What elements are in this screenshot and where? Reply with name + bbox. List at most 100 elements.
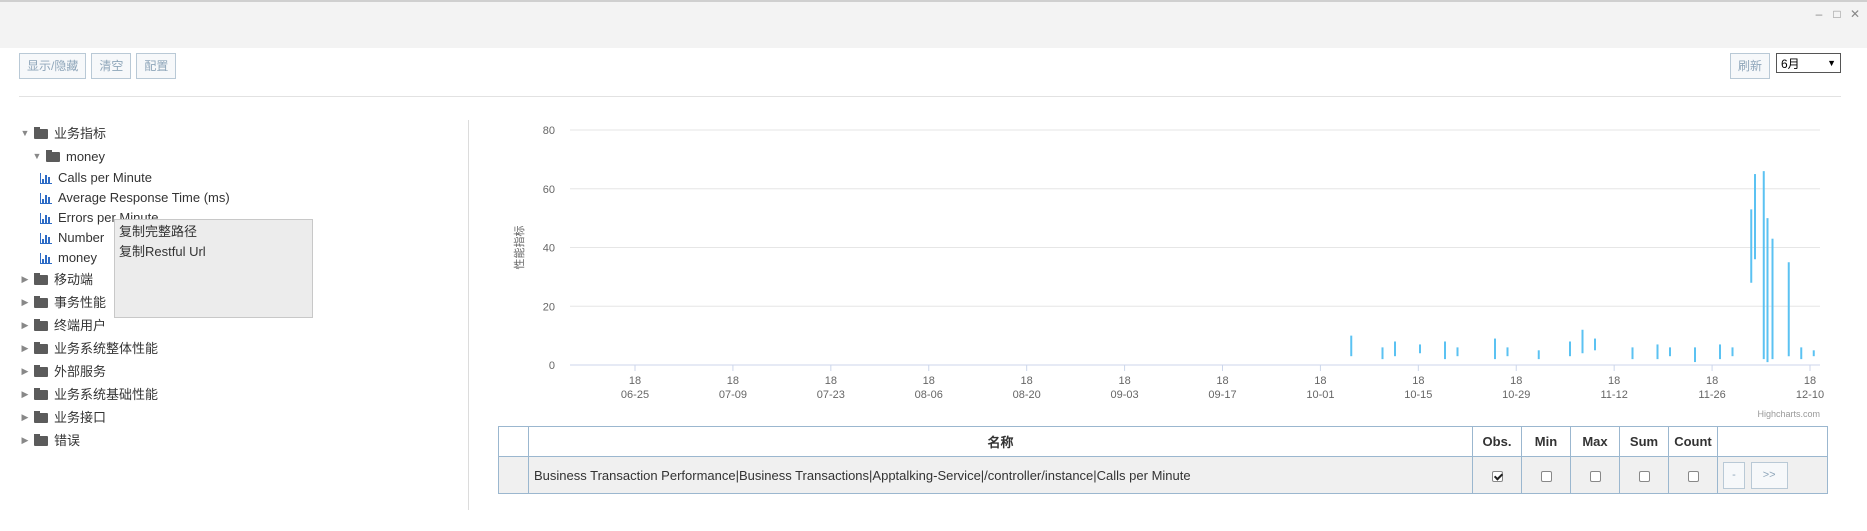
tree-leaf-label: Calls per Minute — [58, 170, 152, 185]
tree-node-group[interactable]: ▶ 外部服务 — [20, 360, 460, 383]
tree-node-label: 业务系统基础性能 — [54, 387, 159, 402]
tree-node-group[interactable]: ▶ 业务系统整体性能 — [20, 337, 460, 360]
close-icon[interactable]: ✕ — [1849, 7, 1861, 21]
x-tick-label-year: 18 — [1510, 375, 1522, 387]
collapsed-triangle-icon[interactable]: ▶ — [20, 337, 30, 360]
x-tick-label-date: 10-29 — [1502, 389, 1530, 401]
collapsed-triangle-icon[interactable]: ▶ — [20, 406, 30, 429]
prev-button[interactable]: - — [1723, 461, 1745, 489]
context-menu-copy-path[interactable]: 复制完整路径 — [119, 222, 308, 242]
count-checkbox[interactable] — [1687, 470, 1699, 482]
minimize-icon[interactable]: – — [1813, 7, 1825, 21]
clear-button[interactable]: 清空 — [91, 53, 132, 79]
y-tick-label: 20 — [543, 301, 555, 313]
y-tick-label: 80 — [543, 125, 555, 137]
table-header-row: 名称 Obs. Min Max Sum Count — [498, 426, 1828, 457]
table-header-count: Count — [1668, 426, 1718, 457]
x-tick-label-date: 12-10 — [1796, 389, 1824, 401]
refresh-button[interactable]: 刷新 — [1729, 53, 1770, 79]
collapsed-triangle-icon[interactable]: ▶ — [20, 291, 30, 314]
table-cell-min — [1521, 456, 1571, 494]
tree-node-money[interactable]: ▼ money — [20, 145, 460, 168]
context-menu-copy-restful-url[interactable]: 复制Restful Url — [119, 242, 308, 262]
table-header-actions — [1717, 426, 1828, 457]
panel-divider — [468, 120, 469, 510]
bar-chart-icon — [40, 252, 52, 264]
table-header-min: Min — [1521, 426, 1571, 457]
folder-icon — [34, 410, 48, 423]
chart-credits: Highcharts.com — [1757, 409, 1820, 419]
x-tick-label-year: 18 — [1216, 375, 1228, 387]
x-tick-label-date: 10-15 — [1404, 389, 1432, 401]
collapsed-triangle-icon[interactable]: ▶ — [20, 360, 30, 383]
collapsed-triangle-icon[interactable]: ▶ — [20, 314, 30, 337]
tree-leaf-label: money — [58, 250, 98, 265]
tree-node-label: 移动端 — [54, 272, 94, 287]
y-tick-label: 40 — [543, 243, 555, 255]
x-tick-label-date: 11-12 — [1601, 389, 1628, 401]
tree-node-group[interactable]: ▶ 业务接口 — [20, 406, 460, 429]
max-checkbox[interactable] — [1589, 470, 1601, 482]
config-button[interactable]: 配置 — [136, 53, 177, 79]
next-button[interactable]: >> — [1750, 461, 1788, 489]
x-tick-label-year: 18 — [1804, 375, 1816, 387]
tree-node-label: 事务性能 — [54, 295, 107, 310]
tree-node-label: 终端用户 — [54, 318, 107, 333]
x-tick-label-date: 08-06 — [915, 389, 943, 401]
y-axis-label: 性能指标 — [512, 226, 526, 270]
collapsed-triangle-icon[interactable]: ▶ — [20, 429, 30, 452]
tree-node-label: 错误 — [54, 433, 81, 448]
table-cell-name: Business Transaction Performance|Busines… — [528, 456, 1473, 494]
folder-icon — [34, 341, 48, 354]
table-cell-max — [1570, 456, 1620, 494]
table-header-blank — [498, 426, 529, 457]
tree-node-group[interactable]: ▶ 业务系统基础性能 — [20, 383, 460, 406]
x-tick-label-date: 10-01 — [1306, 389, 1334, 401]
divider — [19, 96, 1841, 97]
x-tick-label-date: 07-23 — [817, 389, 845, 401]
show-hide-button[interactable]: 显示/隐藏 — [19, 53, 87, 79]
maximize-icon[interactable]: □ — [1831, 7, 1843, 21]
table-header-name: 名称 — [528, 426, 1473, 457]
x-tick-label-year: 18 — [1706, 375, 1718, 387]
x-tick-label-year: 18 — [727, 375, 739, 387]
folder-icon — [46, 149, 60, 162]
right-toolbar: 刷新 6月 ▼ — [1729, 53, 1841, 79]
tree-node-label: 业务指标 — [54, 126, 107, 141]
expanded-triangle-icon[interactable]: ▼ — [20, 122, 30, 145]
x-tick-label-year: 18 — [1608, 375, 1620, 387]
x-tick-label-date: 11-26 — [1698, 389, 1725, 401]
bar-chart-icon — [40, 232, 52, 244]
tree-node-label: 业务接口 — [54, 410, 107, 425]
tree-node-group[interactable]: ▶ 错误 — [20, 429, 460, 452]
tree-leaf-metric[interactable]: Calls per Minute — [20, 168, 460, 188]
tree-leaf-metric[interactable]: Average Response Time (ms) — [20, 188, 460, 208]
table-cell-obs — [1472, 456, 1522, 494]
folder-icon — [34, 387, 48, 400]
folder-icon — [34, 364, 48, 377]
tree-node-root[interactable]: ▼ 业务指标 — [20, 122, 460, 145]
x-tick-label-year: 18 — [1314, 375, 1326, 387]
chevron-down-icon: ▼ — [1827, 58, 1836, 68]
tree-leaf-label: Number — [58, 230, 105, 245]
collapsed-triangle-icon[interactable]: ▶ — [20, 383, 30, 406]
min-checkbox[interactable] — [1540, 470, 1552, 482]
x-tick-label-year: 18 — [1118, 375, 1130, 387]
toolbar: 显示/隐藏 清空 配置 — [19, 53, 177, 79]
metrics-table: 名称 Obs. Min Max Sum Count Business Trans… — [498, 426, 1828, 494]
y-tick-label: 0 — [549, 360, 555, 372]
bar-chart-icon — [40, 192, 52, 204]
table-header-sum: Sum — [1619, 426, 1669, 457]
tree-node-label: 外部服务 — [54, 364, 107, 379]
x-tick-label-year: 18 — [1412, 375, 1424, 387]
table-cell-sum — [1619, 456, 1669, 494]
expanded-triangle-icon[interactable]: ▼ — [32, 145, 42, 168]
obs-checkbox[interactable] — [1491, 470, 1503, 482]
performance-chart: 0 20 40 60 80 性能指标 18 06-25 18 07-09 18 07-23 18 08-0… — [512, 125, 1824, 419]
tree-node-label: 业务系统整体性能 — [54, 341, 159, 356]
sum-checkbox[interactable] — [1638, 470, 1650, 482]
folder-icon — [34, 295, 48, 308]
month-select[interactable]: 6月 ▼ — [1776, 53, 1841, 73]
bar-chart-icon — [40, 212, 52, 224]
collapsed-triangle-icon[interactable]: ▶ — [20, 268, 30, 291]
